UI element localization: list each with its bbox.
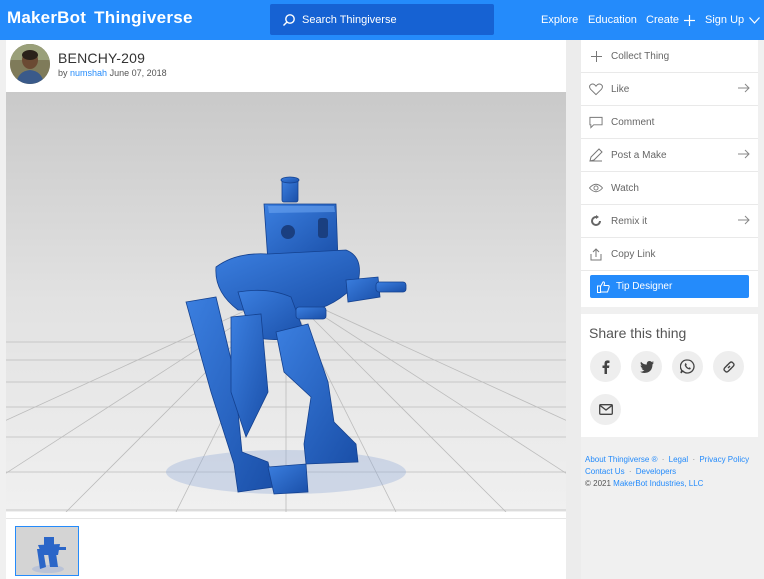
nav-signup-label: Sign Up	[705, 14, 745, 26]
comment-icon	[589, 115, 603, 129]
collect-thing-button[interactable]: Collect Thing	[581, 40, 758, 73]
tip-designer-button[interactable]: Tip Designer	[590, 275, 749, 298]
nav-explore-label: Explore	[541, 14, 579, 26]
nav-signup[interactable]: Sign Up	[705, 0, 761, 40]
avatar-image	[10, 44, 50, 84]
footer-about-link[interactable]: About Thingiverse	[585, 455, 649, 464]
search-input[interactable]: Search Thingiverse	[270, 4, 494, 35]
page-gutter	[566, 40, 581, 579]
model-render	[6, 92, 566, 512]
tip-designer-label: Tip Designer	[616, 281, 673, 292]
nav-explore[interactable]: Explore	[541, 0, 578, 40]
pencil-icon	[589, 148, 603, 162]
thumbnail-render	[16, 527, 78, 575]
share-title: Share this thing	[589, 325, 687, 341]
collect-thing-label: Collect Thing	[611, 50, 670, 62]
share-upload-icon	[589, 247, 603, 261]
logo-thingiverse-text: Thingiverse	[94, 8, 193, 27]
footer-contact-link[interactable]: Contact Us	[585, 467, 625, 476]
share-twitter-button[interactable]	[631, 351, 662, 382]
watch-label: Watch	[611, 182, 639, 194]
top-navigation-bar: MakerBot Thingiverse Search Thingiverse …	[0, 0, 764, 40]
search-placeholder: Search Thingiverse	[302, 13, 397, 26]
footer-year: 2021	[593, 479, 611, 488]
nav-create[interactable]: Create	[646, 0, 696, 40]
publish-date: June 07, 2018	[109, 68, 167, 78]
watch-button[interactable]: Watch	[581, 172, 758, 205]
share-facebook-button[interactable]	[590, 351, 621, 382]
nav-create-label: Create	[646, 14, 680, 26]
page-footer: About Thingiverse ® · Legal · Privacy Po…	[585, 454, 760, 490]
copy-link-button[interactable]: Copy Link	[581, 238, 758, 271]
chevron-down-icon	[749, 16, 761, 24]
footer-line-2: Contact Us · Developers	[585, 467, 677, 476]
whatsapp-icon	[680, 359, 695, 374]
share-link-button[interactable]	[713, 351, 744, 382]
facebook-icon	[602, 359, 609, 374]
model-preview-image[interactable]	[6, 92, 566, 512]
thumbs-up-icon	[597, 280, 610, 293]
footer-developers-link[interactable]: Developers	[636, 467, 676, 476]
heart-icon	[589, 82, 603, 96]
byline-prefix: by	[58, 68, 68, 78]
avatar[interactable]	[10, 44, 50, 84]
footer-privacy-link[interactable]: Privacy Policy	[699, 455, 749, 464]
plus-icon	[684, 14, 696, 26]
thing-actions-panel: Collect Thing Like Comment Post a Make W…	[581, 40, 758, 307]
footer-line-1: About Thingiverse ® · Legal · Privacy Po…	[585, 455, 750, 464]
arrow-right-icon	[738, 149, 750, 159]
plus-icon	[589, 49, 603, 63]
arrow-right-icon	[738, 215, 750, 225]
link-icon	[722, 360, 735, 373]
byline: by numshah June 07, 2018	[58, 68, 167, 78]
search-icon	[283, 13, 295, 26]
footer-company-link[interactable]: MakerBot Industries, LLC	[613, 479, 703, 488]
author-link[interactable]: numshah	[70, 68, 107, 78]
share-email-button[interactable]	[590, 394, 621, 425]
page-title: BENCHY-209	[58, 50, 146, 66]
remix-icon	[589, 214, 603, 228]
arrow-right-icon	[738, 83, 750, 93]
comment-label: Comment	[611, 116, 655, 128]
comment-button[interactable]: Comment	[581, 106, 758, 139]
nav-education-label: Education	[588, 14, 637, 26]
post-make-label: Post a Make	[611, 149, 667, 161]
thumbnail-image[interactable]	[15, 526, 79, 576]
email-icon	[598, 404, 613, 415]
footer-line-3: © 2021 MakerBot Industries, LLC	[585, 478, 760, 490]
copy-link-label: Copy Link	[611, 248, 656, 260]
footer-registered-mark: ®	[651, 455, 658, 464]
footer-legal-link[interactable]: Legal	[669, 455, 689, 464]
footer-copyright-symbol: ©	[585, 479, 591, 488]
eye-icon	[589, 181, 603, 195]
thumbnail-strip	[6, 518, 566, 579]
post-make-button[interactable]: Post a Make	[581, 139, 758, 172]
share-whatsapp-button[interactable]	[672, 351, 703, 382]
thing-main-card: BENCHY-209 by numshah June 07, 2018	[6, 40, 566, 579]
nav-education[interactable]: Education	[588, 0, 637, 40]
twitter-icon	[639, 360, 654, 373]
like-button[interactable]: Like	[581, 73, 758, 106]
makerbot-thingiverse-logo[interactable]: MakerBot Thingiverse	[7, 8, 193, 32]
remix-label: Remix it	[611, 215, 648, 227]
share-panel: Share this thing	[581, 314, 758, 437]
logo-makerbot-text: MakerBot	[7, 8, 87, 27]
like-label: Like	[611, 83, 630, 95]
remix-button[interactable]: Remix it	[581, 205, 758, 238]
